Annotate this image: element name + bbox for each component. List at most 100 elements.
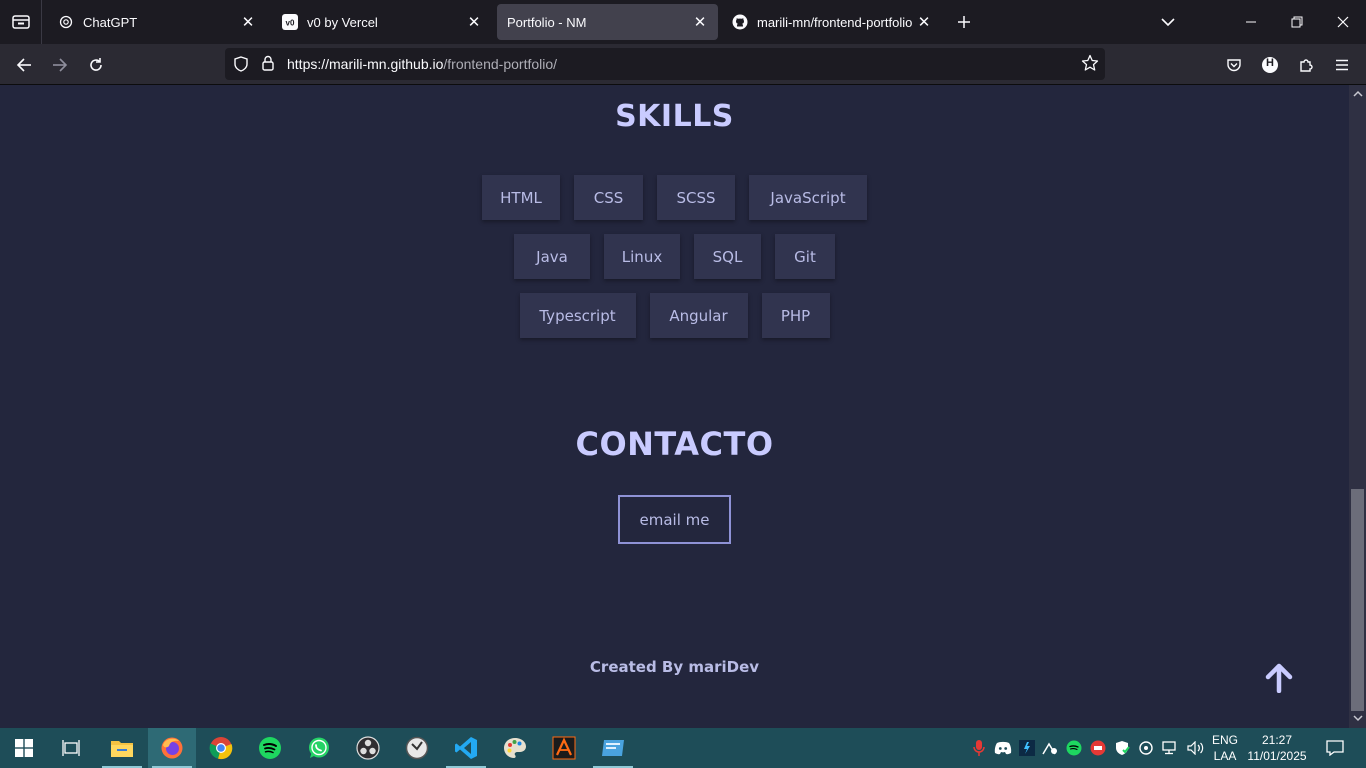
pocket-button[interactable] xyxy=(1219,50,1249,80)
close-tab-icon[interactable]: ✕ xyxy=(466,14,482,31)
firefox-view-button[interactable] xyxy=(0,0,42,44)
email-me-button[interactable]: email me xyxy=(618,495,731,544)
minimize-icon xyxy=(1246,21,1256,23)
taskbar-file-explorer[interactable] xyxy=(98,728,146,768)
restore-button[interactable] xyxy=(1274,0,1320,44)
windows-start-icon xyxy=(15,739,33,757)
tray-antivirus-icon[interactable] xyxy=(1088,728,1108,768)
taskbar-vscode[interactable] xyxy=(442,728,490,768)
back-button[interactable] xyxy=(9,50,39,80)
skill-chip-javascript: JavaScript xyxy=(749,175,867,220)
bookmark-star-icon[interactable] xyxy=(1081,54,1099,76)
tray-spotify-icon[interactable] xyxy=(1064,728,1084,768)
navigation-toolbar: https://marili-mn.github.io/frontend-por… xyxy=(0,44,1366,85)
tab-title: ChatGPT xyxy=(83,14,138,30)
v0-icon: v0 xyxy=(282,14,298,30)
clock-time: 21:27 xyxy=(1261,733,1293,747)
lock-icon[interactable] xyxy=(261,55,275,75)
tray-security-icon[interactable] xyxy=(1112,728,1132,768)
firefox-view-icon xyxy=(11,15,30,29)
close-tab-icon[interactable]: ✕ xyxy=(692,14,708,31)
taskbar-remote-desktop[interactable] xyxy=(589,728,637,768)
taskbar-clock-app[interactable] xyxy=(393,728,441,768)
extensions-button[interactable] xyxy=(1291,50,1321,80)
tray-network-icon[interactable] xyxy=(1160,728,1182,768)
tab-portfolio[interactable]: Portfolio - NM ✕ xyxy=(497,4,718,40)
taskbar-paint[interactable] xyxy=(491,728,539,768)
tray-mic-icon[interactable] xyxy=(970,728,988,768)
list-all-tabs-button[interactable] xyxy=(1156,10,1180,34)
language-code: ENG xyxy=(1211,733,1238,747)
skill-chip-typescript: Typescript xyxy=(519,293,636,338)
language-indicator[interactable]: ENG LAA xyxy=(1210,732,1240,764)
taskbar-autocad[interactable] xyxy=(540,728,588,768)
autocad-icon xyxy=(552,736,576,760)
remote-desktop-icon xyxy=(602,740,624,756)
skill-chip-php: PHP xyxy=(761,293,830,338)
taskbar-whatsapp[interactable] xyxy=(295,728,343,768)
skill-chip-linux: Linux xyxy=(604,234,680,279)
skills-row: HTML CSS SCSS JavaScript xyxy=(0,175,1349,220)
skills-row: Typescript Angular PHP xyxy=(0,293,1349,338)
skill-chip-angular: Angular xyxy=(649,293,748,338)
url-path: /frontend-portfolio/ xyxy=(443,56,558,72)
taskbar-obs[interactable] xyxy=(344,728,392,768)
tab-chatgpt[interactable]: ChatGPT ✕ xyxy=(48,4,266,40)
start-button[interactable] xyxy=(0,728,48,768)
tray-network-app-icon[interactable] xyxy=(1040,728,1060,768)
footer-credit: Created By mariDev xyxy=(589,658,760,676)
url-bar[interactable]: https://marili-mn.github.io/frontend-por… xyxy=(225,48,1105,80)
scroll-to-top-button[interactable] xyxy=(1262,661,1296,695)
close-tab-icon[interactable]: ✕ xyxy=(916,14,932,31)
account-button[interactable]: H xyxy=(1255,50,1285,80)
contact-heading: CONTACTO xyxy=(575,425,774,463)
scrollbar-thumb[interactable] xyxy=(1351,489,1364,711)
tray-discord-icon[interactable] xyxy=(993,728,1013,768)
taskbar-firefox[interactable] xyxy=(148,728,196,768)
close-tab-icon[interactable]: ✕ xyxy=(240,14,256,31)
tray-volume-icon[interactable] xyxy=(1185,728,1207,768)
tab-strip: ChatGPT ✕ v0 v0 by Vercel ✕ Portfolio - … xyxy=(0,0,1366,44)
tray-app-icon[interactable] xyxy=(1017,728,1037,768)
taskbar-spotify[interactable] xyxy=(246,728,294,768)
url-text[interactable]: https://marili-mn.github.io/frontend-por… xyxy=(287,56,557,72)
skill-chip-java: Java xyxy=(514,234,590,279)
arrow-up-icon xyxy=(1265,663,1293,693)
tab-title: Portfolio - NM xyxy=(507,14,587,30)
skills-row: Java Linux SQL Git xyxy=(0,234,1349,279)
plus-icon xyxy=(958,16,970,28)
close-icon xyxy=(1337,16,1349,28)
arrow-left-icon xyxy=(16,58,31,72)
skill-chip-sql: SQL xyxy=(694,234,761,279)
page-scrollbar[interactable] xyxy=(1349,85,1366,728)
skill-chip-scss: SCSS xyxy=(657,175,735,220)
shield-icon[interactable] xyxy=(233,56,249,76)
skill-chip-git: Git xyxy=(775,234,835,279)
reload-button[interactable] xyxy=(81,50,111,80)
chatgpt-icon xyxy=(58,14,74,30)
tab-title: v0 by Vercel xyxy=(307,14,378,30)
task-view-button[interactable] xyxy=(48,728,96,768)
forward-button[interactable] xyxy=(45,50,75,80)
tray-settings-icon[interactable] xyxy=(1136,728,1156,768)
scroll-up-arrow-icon[interactable] xyxy=(1352,88,1363,99)
close-window-button[interactable] xyxy=(1320,0,1366,44)
notifications-button[interactable] xyxy=(1320,728,1350,768)
tab-v0[interactable]: v0 v0 by Vercel ✕ xyxy=(272,4,492,40)
new-tab-button[interactable] xyxy=(952,10,976,34)
keyboard-layout: LAA xyxy=(1213,749,1237,763)
arrow-right-icon xyxy=(53,58,68,72)
svg-text:v0: v0 xyxy=(286,19,295,28)
clock[interactable]: 21:27 11/01/2025 xyxy=(1244,732,1310,764)
tab-github[interactable]: marili-mn/frontend-portfolio ✕ xyxy=(722,4,942,40)
clock-app-icon xyxy=(405,736,429,760)
minimize-button[interactable] xyxy=(1228,0,1274,44)
restore-icon xyxy=(1291,16,1303,28)
vscode-icon xyxy=(455,737,477,759)
chevron-down-icon xyxy=(1161,18,1175,27)
scroll-down-arrow-icon[interactable] xyxy=(1352,713,1363,724)
file-explorer-icon xyxy=(111,741,133,757)
taskbar-chrome[interactable] xyxy=(197,728,245,768)
spotify-icon xyxy=(259,737,281,759)
app-menu-button[interactable] xyxy=(1327,50,1357,80)
